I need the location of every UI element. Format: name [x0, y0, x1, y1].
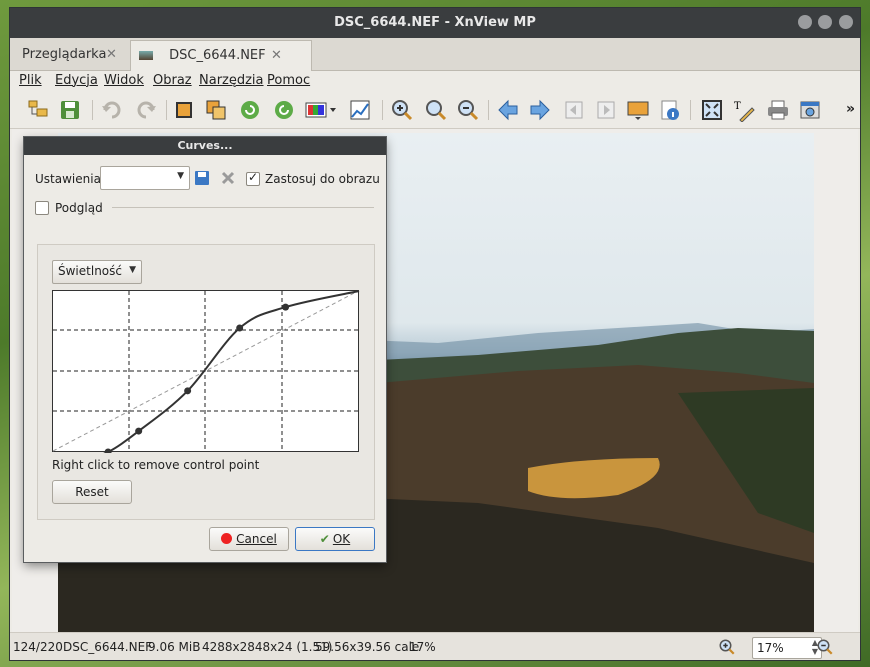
- zoom-in-icon[interactable]: [390, 98, 414, 122]
- menu-file[interactable]: Plik: [19, 73, 42, 88]
- hint-text: Right click to remove control point: [52, 458, 260, 472]
- checkmark-icon: ✓: [248, 170, 259, 184]
- toolbar-separator: [92, 100, 93, 120]
- curve-editor[interactable]: [52, 290, 360, 453]
- zoom-out-icon[interactable]: [456, 98, 480, 122]
- cancel-button[interactable]: Cancel: [209, 527, 289, 551]
- status-index: 124/220: [13, 640, 63, 654]
- cancel-icon: [221, 533, 233, 544]
- toolbar-separator: [488, 100, 489, 120]
- window-title: DSC_6644.NEF - XnView MP: [334, 15, 536, 30]
- rotate-left-icon[interactable]: [238, 98, 262, 122]
- control-point[interactable]: [184, 387, 192, 395]
- zoom-spinbox[interactable]: 17% ▲ ▼: [752, 637, 822, 659]
- tab-label: DSC_6644.NEF: [169, 48, 266, 63]
- toolbar-overflow-button[interactable]: »: [846, 101, 855, 117]
- curves-dialog: Curves... Ustawienia: ▼ ✓ Zastosuj do ob…: [24, 137, 386, 562]
- menu-view[interactable]: Widok: [104, 73, 144, 88]
- resize-icon[interactable]: [204, 98, 228, 122]
- control-point[interactable]: [282, 303, 290, 311]
- status-bar: 124/220 DSC_6644.NEF 9.06 MiB 4288x2848x…: [10, 632, 860, 660]
- ok-check-icon: ✔: [319, 532, 330, 546]
- rotate-right-icon[interactable]: [272, 98, 296, 122]
- color-adjust-icon[interactable]: [304, 98, 338, 122]
- control-point[interactable]: [135, 427, 143, 435]
- channel-combo[interactable]: Świetlność ▼: [52, 260, 142, 284]
- chevron-down-icon: ▼: [177, 171, 184, 181]
- save-icon[interactable]: [194, 170, 210, 186]
- menu-edit[interactable]: Edycja: [55, 73, 98, 88]
- close-tab-icon[interactable]: ✕: [271, 41, 282, 71]
- status-dimensions: 4288x2848x24 (1.51): [202, 640, 333, 654]
- divider: [112, 207, 374, 208]
- status-filesize: 9.06 MiB: [148, 640, 201, 654]
- toolbar-separator: [166, 100, 167, 120]
- info-icon[interactable]: [658, 98, 682, 122]
- tab-browser[interactable]: Przeglądarka ✕: [14, 40, 134, 70]
- settings-combo[interactable]: ▼: [100, 166, 190, 190]
- crop-icon[interactable]: [172, 98, 196, 122]
- close-tab-icon[interactable]: ✕: [106, 40, 117, 70]
- toolbar: T »: [10, 92, 860, 129]
- slideshow-icon[interactable]: [626, 98, 650, 122]
- tab-label: Przeglądarka: [22, 47, 107, 62]
- text-edit-icon[interactable]: T: [732, 98, 756, 122]
- toolbar-separator: [382, 100, 383, 120]
- apply-to-image-checkbox[interactable]: ✓: [246, 170, 260, 186]
- image-thumb-icon: [139, 51, 153, 60]
- dialog-title: Curves...: [24, 137, 386, 155]
- settings-label: Ustawienia:: [35, 172, 105, 186]
- zoom-value: 17%: [757, 641, 784, 655]
- menu-help[interactable]: Pomoc: [267, 73, 310, 88]
- last-icon[interactable]: [594, 98, 618, 122]
- ok-button[interactable]: ✔ OK: [295, 527, 375, 551]
- preview-label: Podgląd: [55, 201, 103, 215]
- toolbar-separator: [690, 100, 691, 120]
- undo-icon[interactable]: [100, 98, 124, 122]
- reset-button[interactable]: Reset: [52, 480, 132, 504]
- curves-panel: Świetlność ▼ Right click to remove contr…: [37, 244, 375, 520]
- levels-icon[interactable]: [348, 98, 372, 122]
- zoom-out-icon[interactable]: [816, 638, 834, 656]
- status-print-size: 59.56x39.56 cale: [315, 640, 420, 654]
- menu-tools[interactable]: Narzędzia: [199, 73, 264, 88]
- zoom-in-icon[interactable]: [718, 638, 736, 656]
- zoom-fit-icon[interactable]: [424, 98, 448, 122]
- tab-image[interactable]: DSC_6644.NEF ✕: [130, 40, 312, 71]
- minimize-button[interactable]: [798, 15, 812, 29]
- menu-bar: Plik Edycja Widok Obraz Narzędzia Pomoc: [10, 70, 860, 92]
- maximize-button[interactable]: [818, 15, 832, 29]
- preview-checkbox[interactable]: [35, 201, 49, 215]
- ok-label: OK: [332, 532, 351, 546]
- title-bar: DSC_6644.NEF - XnView MP: [10, 8, 860, 38]
- print-icon[interactable]: [766, 98, 790, 122]
- redo-icon[interactable]: [134, 98, 158, 122]
- prev-icon[interactable]: [496, 98, 520, 122]
- delete-icon[interactable]: [220, 170, 236, 186]
- apply-to-image-label: Zastosuj do obrazu: [265, 172, 380, 186]
- folder-tree-icon[interactable]: [26, 98, 50, 122]
- tab-bar: Przeglądarka ✕ DSC_6644.NEF ✕: [10, 38, 860, 71]
- svg-text:T: T: [734, 101, 741, 112]
- control-point[interactable]: [236, 324, 244, 332]
- cancel-label: Cancel: [236, 532, 277, 546]
- close-button[interactable]: [839, 15, 853, 29]
- menu-image[interactable]: Obraz: [153, 73, 192, 88]
- channel-value: Świetlność: [58, 264, 122, 278]
- status-filename: DSC_6644.NEF: [63, 640, 153, 654]
- fullscreen-icon[interactable]: [700, 98, 724, 122]
- next-icon[interactable]: [528, 98, 552, 122]
- status-zoom: 17%: [409, 640, 436, 654]
- chevron-down-icon: ▼: [129, 265, 136, 275]
- first-icon[interactable]: [562, 98, 586, 122]
- save-icon[interactable]: [58, 98, 82, 122]
- capture-icon[interactable]: [798, 98, 822, 122]
